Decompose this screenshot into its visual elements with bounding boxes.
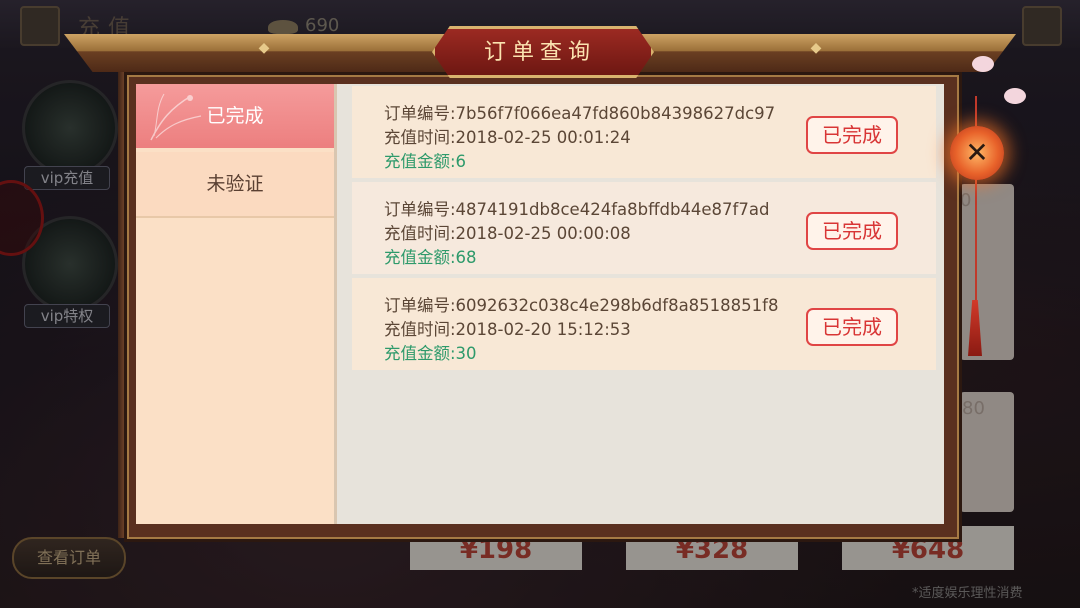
order-amount: 充值金额:68 — [384, 248, 477, 267]
status-badge: 已完成 — [806, 308, 898, 346]
order-row: 订单编号:7b56f7f066ea47fd860b84398627dc97 充值… — [352, 86, 936, 178]
order-time: 充值时间:2018-02-25 00:01:24 — [384, 128, 631, 147]
order-time: 充值时间:2018-02-20 15:12:53 — [384, 320, 631, 339]
tab-column — [136, 84, 337, 524]
status-badge: 已完成 — [806, 116, 898, 154]
plum-blossom-icon — [1004, 88, 1026, 104]
order-number: 订单编号:6092632c038c4e298b6df8a8518851f8 — [384, 296, 779, 315]
order-amount: 充值金额:6 — [384, 152, 467, 171]
orchid-decoration-icon — [150, 93, 202, 141]
order-row: 订单编号:4874191db8ce424fa8bffdb44e87f7ad 充值… — [352, 182, 936, 274]
order-amount: 充值金额:30 — [384, 344, 477, 363]
roof-ornament-icon: ◆ — [258, 40, 270, 56]
order-number: 订单编号:4874191db8ce424fa8bffdb44e87f7ad — [384, 200, 770, 219]
plum-blossom-icon — [972, 56, 994, 72]
close-icon[interactable]: ✕ — [950, 126, 1004, 180]
roof-ornament-icon: ◆ — [810, 40, 822, 56]
order-number: 订单编号:7b56f7f066ea47fd860b84398627dc97 — [384, 104, 776, 123]
order-row: 订单编号:6092632c038c4e298b6df8a8518851f8 充值… — [352, 278, 936, 370]
status-badge: 已完成 — [806, 212, 898, 250]
dialog-title: 订单查询 — [483, 40, 596, 65]
tab-unverified[interactable]: 未验证 — [136, 152, 334, 218]
order-time: 充值时间:2018-02-25 00:00:08 — [384, 224, 631, 243]
